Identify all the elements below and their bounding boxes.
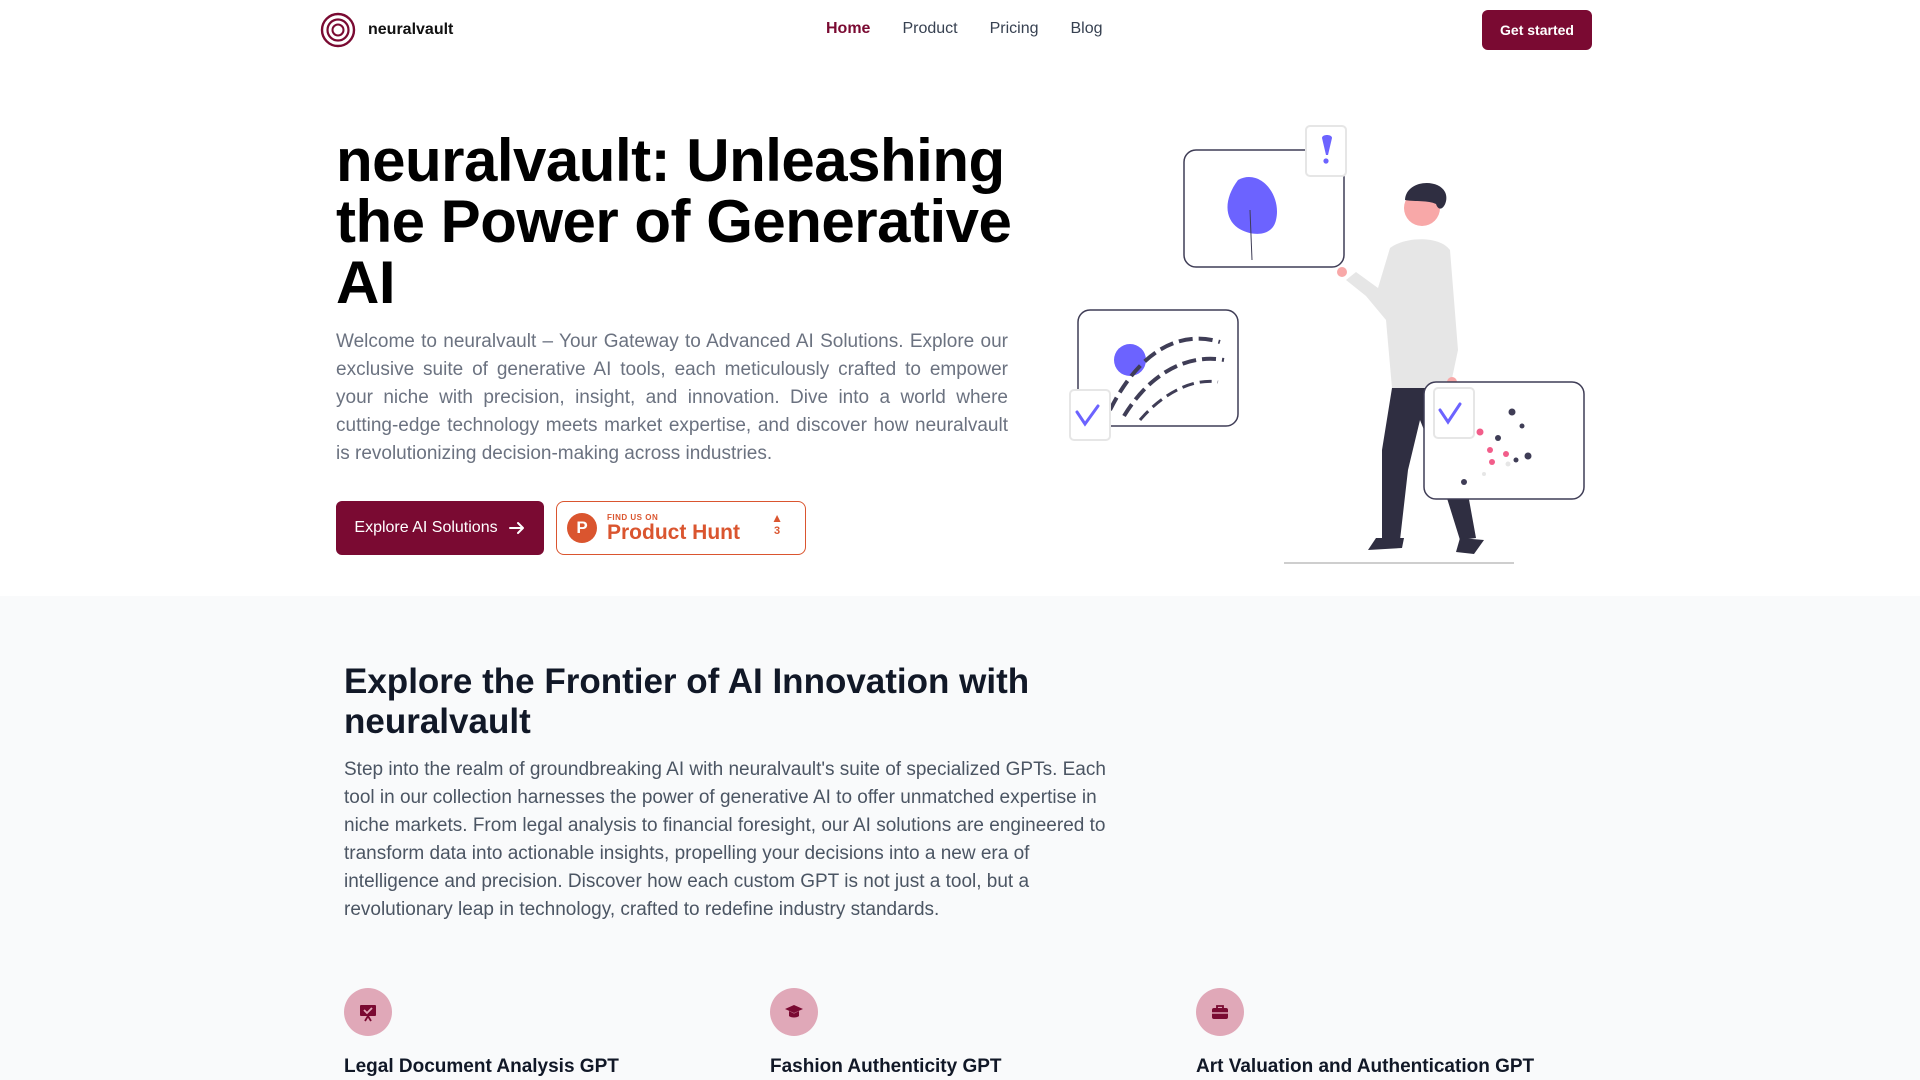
feature-art-valuation[interactable]: Art Valuation and Authentication GPT xyxy=(1196,988,1534,1078)
person-shoe-left xyxy=(1368,538,1404,550)
main-menu: Home Product Pricing Blog xyxy=(826,20,1103,38)
product-hunt-badge[interactable]: P FIND US ON Product Hunt ▲ 3 xyxy=(556,501,806,555)
presentation-check-icon xyxy=(344,988,392,1036)
nav-link-pricing[interactable]: Pricing xyxy=(990,20,1039,38)
hero-title: neuralvault: Unleashing the Power of Gen… xyxy=(336,127,1012,316)
nav-link-product[interactable]: Product xyxy=(902,20,957,38)
hero-illustration xyxy=(1069,125,1585,564)
product-hunt-text: FIND US ON Product Hunt xyxy=(607,513,740,544)
person-shoe-right xyxy=(1456,538,1484,554)
section-description: Step into the realm of groundbreaking AI… xyxy=(344,759,1106,920)
briefcase-icon xyxy=(1196,988,1244,1036)
get-started-button[interactable]: Get started xyxy=(1482,10,1592,50)
hero-description: Welcome to neuralvault – Your Gateway to… xyxy=(336,331,1008,464)
feature-title: Legal Document Analysis GPT xyxy=(344,1056,619,1077)
logo[interactable]: neuralvault xyxy=(320,12,453,48)
product-hunt-name: Product Hunt xyxy=(607,520,740,544)
explore-ai-solutions-button[interactable]: Explore AI Solutions xyxy=(336,501,544,555)
vote-number: 3 xyxy=(773,525,781,537)
top-nav: neuralvault Home Product Pricing Blog Ge… xyxy=(0,0,1920,60)
upvote-count: ▲ 3 xyxy=(771,511,783,538)
logo-icon xyxy=(320,12,356,48)
graduation-cap-icon xyxy=(770,988,818,1036)
product-hunt-logo-icon: P xyxy=(567,513,597,543)
explore-button-label: Explore AI Solutions xyxy=(354,519,498,536)
arrow-right-icon xyxy=(508,522,524,534)
person-shirt xyxy=(1346,239,1458,388)
feature-fashion-authenticity[interactable]: Fashion Authenticity GPT xyxy=(770,988,1002,1078)
feature-legal-document-analysis[interactable]: Legal Document Analysis GPT xyxy=(344,988,619,1078)
upvote-triangle-icon: ▲ xyxy=(771,511,783,525)
nav-link-home[interactable]: Home xyxy=(826,20,870,38)
nav-link-blog[interactable]: Blog xyxy=(1071,20,1103,38)
feature-title: Art Valuation and Authentication GPT xyxy=(1196,1056,1535,1077)
section-title: Explore the Frontier of AI Innovation wi… xyxy=(344,662,1030,741)
brand-name: neuralvault xyxy=(368,21,454,38)
brush-circle xyxy=(1114,344,1146,376)
exclamation-dot xyxy=(1323,158,1329,164)
feature-title: Fashion Authenticity GPT xyxy=(770,1056,1002,1077)
person-hand-left xyxy=(1337,267,1347,277)
